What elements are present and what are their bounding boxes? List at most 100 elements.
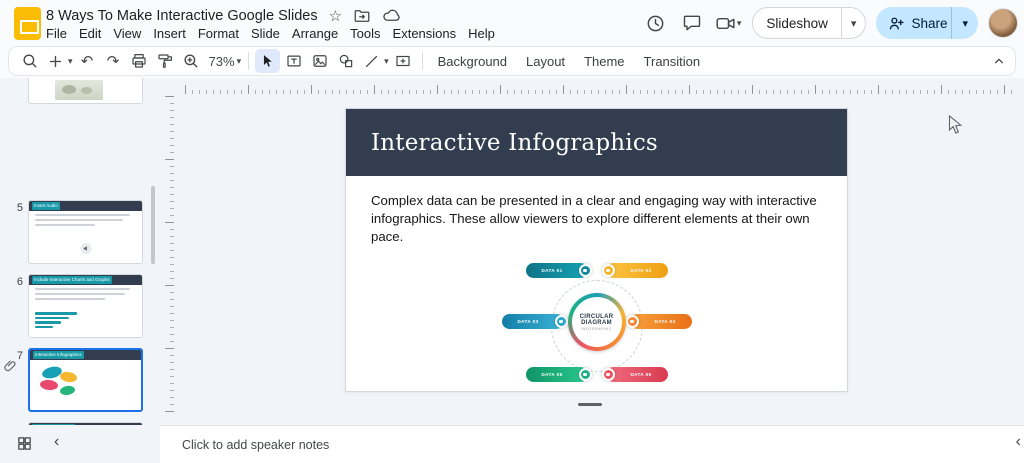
version-history-icon[interactable] xyxy=(643,10,669,36)
undo-icon[interactable]: ↶ xyxy=(75,49,100,73)
thumbnail-bar-chart xyxy=(35,312,77,330)
thumbnail-header: Interactive Infographics xyxy=(30,350,141,360)
thumbnail-title: Insert Audio xyxy=(32,202,60,209)
diagram-center-line2: DIAGRAM xyxy=(581,320,612,326)
move-folder-icon[interactable] xyxy=(353,7,371,25)
share-button[interactable]: Share xyxy=(905,16,951,31)
collapse-toolbar-icon[interactable] xyxy=(991,53,1007,69)
diagram-item-icon xyxy=(602,368,615,381)
diagram-blob xyxy=(59,371,77,384)
transition-button[interactable]: Transition xyxy=(635,51,710,72)
document-title[interactable]: 8 Ways To Make Interactive Google Slides xyxy=(46,8,318,24)
menu-extensions[interactable]: Extensions xyxy=(387,24,463,43)
filmstrip-scrollbar[interactable] xyxy=(151,186,155,264)
select-tool-icon[interactable] xyxy=(255,49,280,73)
zoom-dropdown[interactable]: ▾ xyxy=(237,56,242,67)
slide-thumbnail-partial[interactable] xyxy=(28,78,143,104)
diagram-center-line3: INFOGRAPHIC xyxy=(581,327,612,331)
slide-scroll-indicator[interactable] xyxy=(578,403,602,406)
meet-camera-button[interactable]: ▾ xyxy=(715,13,743,34)
menu-edit[interactable]: Edit xyxy=(73,24,107,43)
top-bar: 8 Ways To Make Interactive Google Slides… xyxy=(0,0,1024,46)
menu-arrange[interactable]: Arrange xyxy=(286,24,344,43)
diagram-center-circle[interactable]: CIRCULAR DIAGRAM INFOGRAPHIC xyxy=(568,293,626,351)
chevron-down-icon[interactable]: ▾ xyxy=(737,18,742,29)
comments-icon[interactable] xyxy=(679,10,705,36)
new-slide-button[interactable] xyxy=(43,49,68,73)
mouse-cursor xyxy=(948,115,962,140)
collapse-sidebar-icon[interactable]: ‹ xyxy=(1016,433,1021,451)
insert-line-icon[interactable] xyxy=(359,49,384,73)
insert-placeholder-icon[interactable] xyxy=(391,49,416,73)
search-menus-icon[interactable] xyxy=(17,49,42,73)
text-box-icon[interactable] xyxy=(281,49,306,73)
insert-image-icon[interactable] xyxy=(307,49,332,73)
paint-format-icon[interactable] xyxy=(153,49,178,73)
text-line xyxy=(35,219,123,221)
cloud-status-icon[interactable] xyxy=(382,6,401,25)
account-avatar[interactable] xyxy=(988,8,1018,38)
slide-body-text[interactable]: Complex data can be presented in a clear… xyxy=(371,192,822,247)
thumbnail-title: Interactive Infographics xyxy=(33,351,84,358)
menu-bar: File Edit View Insert Format Slide Arran… xyxy=(40,24,501,43)
slides-logo[interactable] xyxy=(14,7,41,40)
slide-thumbnail-5[interactable]: Insert Audio xyxy=(28,200,143,264)
slide-title: Interactive Infographics xyxy=(371,130,658,156)
share-dropdown[interactable]: ▾ xyxy=(952,17,978,30)
print-icon[interactable] xyxy=(127,49,152,73)
diagram-item-icon xyxy=(579,368,592,381)
divider xyxy=(422,52,423,70)
diagram-item-6[interactable]: DATA 06 xyxy=(606,367,668,382)
menu-format[interactable]: Format xyxy=(192,24,245,43)
star-icon[interactable]: ☆ xyxy=(329,7,342,25)
text-line xyxy=(35,288,130,290)
thumbnail-image-placeholder xyxy=(55,80,103,100)
text-line xyxy=(35,293,125,295)
thumbnail-header: Insert Audio xyxy=(29,201,142,211)
background-button[interactable]: Background xyxy=(429,51,516,72)
paperclip-icon[interactable] xyxy=(3,358,18,378)
diagram-item-4[interactable]: DATA 04 xyxy=(630,314,692,329)
collapse-filmstrip-icon[interactable]: ‹ xyxy=(54,433,59,451)
layout-button[interactable]: Layout xyxy=(517,51,574,72)
thumbnail-title: Include Interactive Charts and Graphs xyxy=(32,276,112,283)
diagram-item-1[interactable]: DATA 01 xyxy=(526,263,588,278)
divider xyxy=(248,52,249,70)
slide-thumbnail-7-selected[interactable]: Interactive Infographics xyxy=(28,348,143,412)
slideshow-button-group: Slideshow ▾ xyxy=(752,7,866,39)
horizontal-ruler xyxy=(185,84,1012,94)
slide-canvas[interactable]: Interactive Infographics Complex data ca… xyxy=(345,108,848,392)
diagram-item-icon xyxy=(579,264,592,277)
diagram-item-2[interactable]: DATA 02 xyxy=(606,263,668,278)
circular-diagram[interactable]: DATA 01 DATA 02 DATA 03 DATA 04 DATA 05 … xyxy=(502,257,692,389)
line-dropdown[interactable]: ▾ xyxy=(384,56,389,67)
bottom-bar: ‹ Click to add speaker notes ‹ xyxy=(0,425,1024,463)
slide-thumbnail-6[interactable]: Include Interactive Charts and Graphs xyxy=(28,274,143,338)
insert-shape-icon[interactable] xyxy=(333,49,358,73)
grid-view-icon[interactable] xyxy=(16,435,33,457)
diagram-item-3[interactable]: DATA 03 xyxy=(502,314,564,329)
slide-title-box[interactable]: Interactive Infographics xyxy=(346,109,847,176)
menu-tools[interactable]: Tools xyxy=(344,24,386,43)
diagram-item-icon xyxy=(602,264,615,277)
zoom-level[interactable]: 73% xyxy=(205,54,237,69)
diagram-item-icon xyxy=(555,315,568,328)
share-button-group: Share ▾ xyxy=(876,7,978,39)
person-add-icon xyxy=(876,15,905,32)
text-line xyxy=(35,298,105,300)
slideshow-button[interactable]: Slideshow xyxy=(753,16,841,31)
redo-icon[interactable]: ↷ xyxy=(101,49,126,73)
menu-view[interactable]: View xyxy=(107,24,147,43)
speaker-notes-panel[interactable]: Click to add speaker notes xyxy=(160,425,1024,463)
theme-button[interactable]: Theme xyxy=(575,51,633,72)
menu-slide[interactable]: Slide xyxy=(245,24,286,43)
diagram-item-5[interactable]: DATA 05 xyxy=(526,367,588,382)
zoom-icon[interactable] xyxy=(179,49,204,73)
menu-file[interactable]: File xyxy=(40,24,73,43)
new-slide-dropdown[interactable]: ▾ xyxy=(68,56,73,67)
slideshow-dropdown[interactable]: ▾ xyxy=(842,17,866,30)
thumbnail-header: Include Interactive Charts and Graphs xyxy=(29,275,142,285)
menu-insert[interactable]: Insert xyxy=(147,24,192,43)
speaker-notes-placeholder[interactable]: Click to add speaker notes xyxy=(182,438,329,452)
menu-help[interactable]: Help xyxy=(462,24,501,43)
